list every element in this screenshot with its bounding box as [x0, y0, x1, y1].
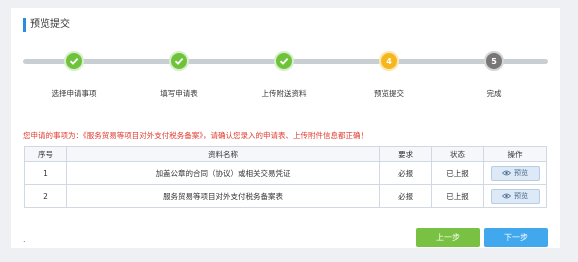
row-action: 预览: [483, 161, 547, 185]
row-requirement: 必报: [379, 184, 433, 208]
row-status: 已上报: [431, 161, 484, 185]
header-name: 资料名称: [65, 146, 381, 162]
preview-button-label: 预览: [514, 169, 528, 177]
preview-button[interactable]: 预览: [490, 188, 540, 204]
row-name: 加盖公章的合同（协议）或相关交易凭证: [65, 161, 381, 185]
eye-icon: [502, 170, 511, 176]
checkmark-icon: [69, 57, 79, 65]
step-5-indicator: 5: [484, 51, 504, 71]
table-header-row: 序号 资料名称 要求 状态 操作: [24, 146, 547, 162]
header-action: 操作: [483, 146, 547, 162]
step-5-label: 完成: [486, 89, 502, 98]
row-no: 2: [24, 184, 67, 208]
attachments-table: 序号 资料名称 要求 状态 操作 1 加盖公章的合同（协议）或相关交易凭证 必报…: [24, 146, 547, 208]
step-4-label: 预览提交: [374, 89, 404, 98]
eye-icon: [502, 193, 511, 199]
preview-button-label: 预览: [514, 192, 528, 200]
header-no: 序号: [24, 146, 67, 162]
step-1-indicator: [64, 51, 84, 71]
panel-title: 预览提交: [23, 18, 70, 32]
header-status: 状态: [431, 146, 484, 162]
row-no: 1: [24, 161, 67, 185]
next-step-button[interactable]: 下一步: [484, 228, 548, 247]
footer-dot: .: [23, 235, 26, 244]
main-panel: 预览提交 4 5 选择申请事项 填写申请表 上传附送资料 预览提交 完成 您申请…: [11, 8, 560, 248]
row-status: 已上报: [431, 184, 484, 208]
step-3-indicator: [274, 51, 294, 71]
checkmark-icon: [279, 57, 289, 65]
notice-text: 您申请的事项为：《服务贸易等项目对外支付税务备案》，请确认您录入的申请表、上传附…: [23, 131, 368, 140]
step-1-label: 选择申请事项: [51, 89, 97, 98]
step-4-indicator: 4: [379, 51, 399, 71]
step-2-label: 填写申请表: [160, 89, 198, 98]
preview-button[interactable]: 预览: [490, 165, 540, 181]
row-action: 预览: [483, 184, 547, 208]
table-row: 2 服务贸易等项目对外支付税务备案表 必报 已上报 预览: [24, 184, 547, 208]
prev-step-button[interactable]: 上一步: [416, 228, 480, 247]
step-2-indicator: [169, 51, 189, 71]
row-name: 服务贸易等项目对外支付税务备案表: [65, 184, 381, 208]
table-row: 1 加盖公章的合同（协议）或相关交易凭证 必报 已上报 预览: [24, 161, 547, 185]
header-requirement: 要求: [379, 146, 433, 162]
checkmark-icon: [174, 57, 184, 65]
step-3-label: 上传附送资料: [261, 89, 307, 98]
row-requirement: 必报: [379, 161, 433, 185]
